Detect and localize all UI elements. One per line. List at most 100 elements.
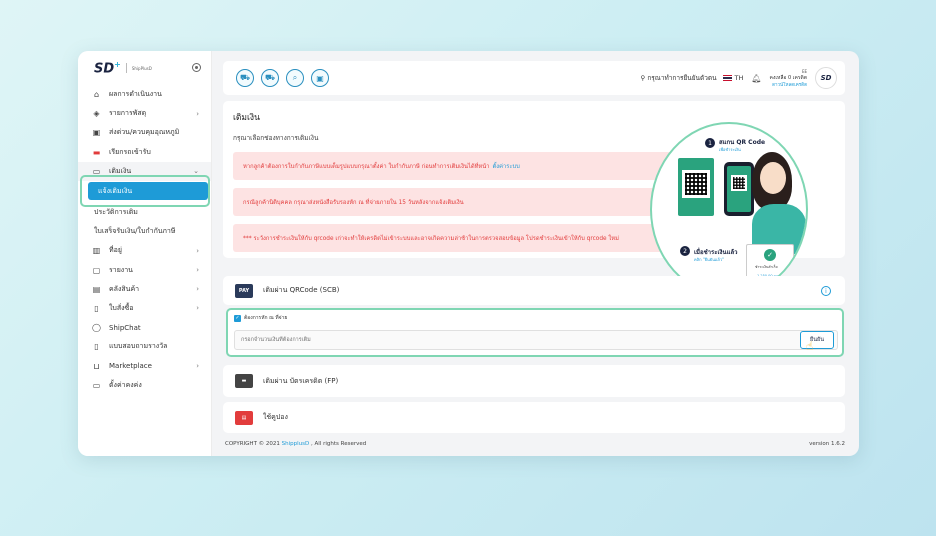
credit-balance: คงเหลือ 0 เครดิต bbox=[769, 74, 807, 81]
sidebar-item-label: เรียกรถเข้ารับ bbox=[109, 147, 151, 156]
settings-icon: ▭ bbox=[92, 380, 101, 390]
chevron-right-icon: › bbox=[196, 285, 199, 294]
logo-row: SD+ ShipPlusD bbox=[78, 51, 211, 85]
coupon-icon: ▤ bbox=[235, 410, 253, 425]
sidebar-item-parcels[interactable]: ◈ รายการพัสดุ › bbox=[78, 104, 211, 123]
thai-flag-icon bbox=[722, 75, 732, 81]
sidebar-item-label: ผลการดำเนินงาน bbox=[109, 90, 162, 99]
sidebar-item-label: แบบสอบถามรางวัล bbox=[109, 342, 168, 351]
sidebar-item-label: ประวัติการเติม bbox=[94, 208, 138, 217]
folder-icon: ▢ bbox=[92, 265, 101, 275]
cart-icon: ⊔ bbox=[93, 361, 100, 371]
document-icon: ▯ bbox=[94, 303, 99, 313]
step1-number: 1 bbox=[705, 138, 715, 148]
sidebar-item-receipts[interactable]: ใบเสร็จรับเงิน/ใบกำกับภาษี bbox=[78, 222, 211, 241]
credit-top: EE bbox=[801, 68, 807, 74]
credit-card-icon: ▬ bbox=[235, 374, 253, 388]
topbar-right: ⚲ กรุณาทำการยืนยันตัวตน TH 🔔︎ EE คงเหลือ… bbox=[641, 61, 837, 95]
sidebar-item-label: รายงาน bbox=[109, 265, 133, 274]
verify-label: กรุณาทำการยืนยันตัวตน bbox=[647, 74, 717, 82]
coupon-label: ใช้คูปอง bbox=[263, 413, 288, 421]
alert-old-qrcode: *** ระวังการชำระเงินให้กับ qrcode เก่าจะ… bbox=[233, 224, 683, 252]
sidebar-item-label: ตั้งค่าคงค่ง bbox=[109, 380, 142, 389]
language-selector[interactable]: TH bbox=[735, 74, 744, 82]
sidebar-item-orders[interactable]: ▯ ใบสั่งซื้อ › bbox=[78, 299, 211, 318]
chevron-right-icon: › bbox=[196, 362, 199, 371]
pointer-hand-icon: ☝ bbox=[806, 339, 814, 353]
sidebar-item-survey[interactable]: ▯ แบบสอบถามรางวัล bbox=[78, 337, 211, 356]
withholding-row: ✓ ต้องการหัก ณ ที่จ่าย bbox=[234, 314, 287, 322]
qr-instructions-illustration: 1 สแกน QR Code เพื่อชำระเงิน 2 เมื่อชำระ… bbox=[650, 122, 808, 297]
qr-card-image bbox=[678, 158, 714, 216]
page-title: เติมเงิน bbox=[233, 113, 260, 123]
sidebar: SD+ ShipPlusD ⌂ ผลการดำเนินงาน ◈ รายการพัส… bbox=[78, 51, 212, 456]
sidebar-item-warehouse[interactable]: ▤ คลังสินค้า › bbox=[78, 280, 211, 299]
chevron-right-icon: › bbox=[196, 109, 199, 118]
alert-withholding: กรณีลูกค้านิติบุคคล กรุณาส่งหนังสือรับรอ… bbox=[233, 188, 683, 216]
thermo-truck-icon: ▣ bbox=[92, 128, 101, 138]
card-label: ชำระเงินสำเร็จ bbox=[755, 265, 778, 269]
pay-icon: PAY bbox=[235, 283, 253, 298]
shipping-quick-icon[interactable]: ⛟ bbox=[236, 69, 254, 87]
withholding-label: ต้องการหัก ณ ที่จ่าย bbox=[244, 315, 288, 321]
sidebar-item-label: ShipChat bbox=[109, 323, 141, 332]
collapse-sidebar-icon[interactable] bbox=[192, 63, 201, 72]
withholding-checkbox[interactable]: ✓ bbox=[234, 314, 241, 322]
avatar[interactable]: SD bbox=[815, 67, 837, 89]
survey-icon: ▯ bbox=[94, 342, 99, 352]
step2-number: 2 bbox=[680, 246, 690, 256]
step2-subtitle: คลิก "ยืนยันแล้ว" bbox=[694, 257, 724, 262]
version-text: version 1.6.2 bbox=[809, 441, 845, 447]
sidebar-item-label: ใบสั่งซื้อ bbox=[109, 303, 134, 312]
delivery-quick-icon[interactable]: ⛟ bbox=[261, 69, 279, 87]
chevron-right-icon: › bbox=[196, 246, 199, 255]
settings-link[interactable]: ตั้งค่าระบบ bbox=[492, 161, 519, 171]
sidebar-menu: ⌂ ผลการดำเนินงาน ◈ รายการพัสดุ › ▣ ส่งด่วน/ค… bbox=[78, 85, 211, 395]
verify-identity-link[interactable]: ⚲ กรุณาทำการยืนยันตัวตน bbox=[641, 73, 717, 83]
info-icon[interactable]: i bbox=[821, 286, 831, 296]
sidebar-item-label: Marketplace bbox=[109, 362, 152, 371]
warehouse-icon: ▤ bbox=[92, 284, 101, 294]
app-window: SD+ ShipPlusD ⌂ ผลการดำเนินงาน ◈ รายการพัส… bbox=[78, 51, 859, 456]
tracking-quick-icon[interactable]: ⌕ bbox=[286, 69, 304, 87]
logo-divider bbox=[125, 63, 127, 73]
box-quick-icon[interactable]: ▣ bbox=[311, 69, 329, 87]
truck-icon: ▬ bbox=[92, 147, 101, 157]
step1-subtitle: เพื่อชำระเงิน bbox=[719, 147, 741, 152]
sidebar-item-label: ใบเสร็จรับเงิน/ใบกำกับภาษี bbox=[94, 227, 176, 236]
sidebar-item-shipchat[interactable]: ◯ ShipChat bbox=[78, 318, 211, 337]
sidebar-item-label: คลังสินค้า bbox=[109, 284, 140, 293]
sidebar-item-marketplace[interactable]: ⊔ Marketplace › bbox=[78, 356, 211, 375]
credit-download-link[interactable]: ดาวน์โหลดเครดิต bbox=[770, 82, 807, 89]
topbar: ⛟ ⛟ ⌕ ▣ ⚲ กรุณาทำการยืนยันตัวตน TH 🔔︎ EE… bbox=[223, 61, 845, 95]
sidebar-item-settings[interactable]: ▭ ตั้งค่าคงค่ง bbox=[78, 376, 211, 395]
payment-option-qrcode[interactable]: PAY เติมผ่าน QRCode (SCB) i bbox=[223, 276, 845, 305]
payment-option-coupon[interactable]: ▤ ใช้คูปอง bbox=[223, 402, 845, 433]
credit-summary: EE คงเหลือ 0 เครดิต ดาวน์โหลดเครดิต bbox=[770, 68, 807, 89]
sidebar-item-pickup[interactable]: ▬ เรียกรถเข้ารับ bbox=[78, 143, 211, 162]
sidebar-item-label: ที่อยู่ bbox=[109, 246, 122, 255]
qrcode-label: เติมผ่าน QRCode (SCB) bbox=[263, 286, 340, 294]
sidebar-item-reports[interactable]: ▢ รายงาน › bbox=[78, 261, 211, 280]
footer-brand-link[interactable]: ShipplusD bbox=[282, 441, 310, 447]
chevron-right-icon: › bbox=[196, 304, 199, 313]
sidebar-item-topup-notify[interactable]: แจ้งเติมเงิน bbox=[88, 182, 208, 200]
sidebar-item-address[interactable]: ▥ ที่อยู่ › bbox=[78, 241, 211, 260]
amount-input[interactable] bbox=[234, 330, 838, 350]
woman-face bbox=[760, 162, 786, 194]
sidebar-item-label: รายการพัสดุ bbox=[109, 109, 147, 118]
alert-tax-invoice: หากลูกค้าต้องการใบกำกับภาษีแบบเต็มรูปแบบ… bbox=[233, 152, 683, 180]
sidebar-item-dashboard[interactable]: ⌂ ผลการดำเนินงาน bbox=[78, 85, 211, 104]
check-icon: ✓ bbox=[764, 249, 776, 261]
logo[interactable]: SD+ bbox=[94, 60, 121, 76]
payment-option-credit-card[interactable]: ▬ เติมผ่าน บัตรเครดิต (FP) bbox=[223, 365, 845, 397]
sidebar-item-label: ส่งด่วน/ควบคุมอุณหภูมิ bbox=[109, 128, 180, 137]
sidebar-item-express[interactable]: ▣ ส่งด่วน/ควบคุมอุณหภูมิ bbox=[78, 123, 211, 142]
rights-text: , All rights Reserved bbox=[311, 441, 367, 447]
chat-icon: ◯ bbox=[92, 323, 101, 333]
credit-card-label: เติมผ่าน บัตรเครดิต (FP) bbox=[263, 376, 339, 385]
active-item-highlight: แจ้งเติมเงิน bbox=[80, 175, 210, 207]
phone-icon bbox=[724, 162, 754, 216]
chevron-right-icon: › bbox=[196, 266, 199, 275]
bell-icon[interactable]: 🔔︎ bbox=[751, 74, 761, 83]
